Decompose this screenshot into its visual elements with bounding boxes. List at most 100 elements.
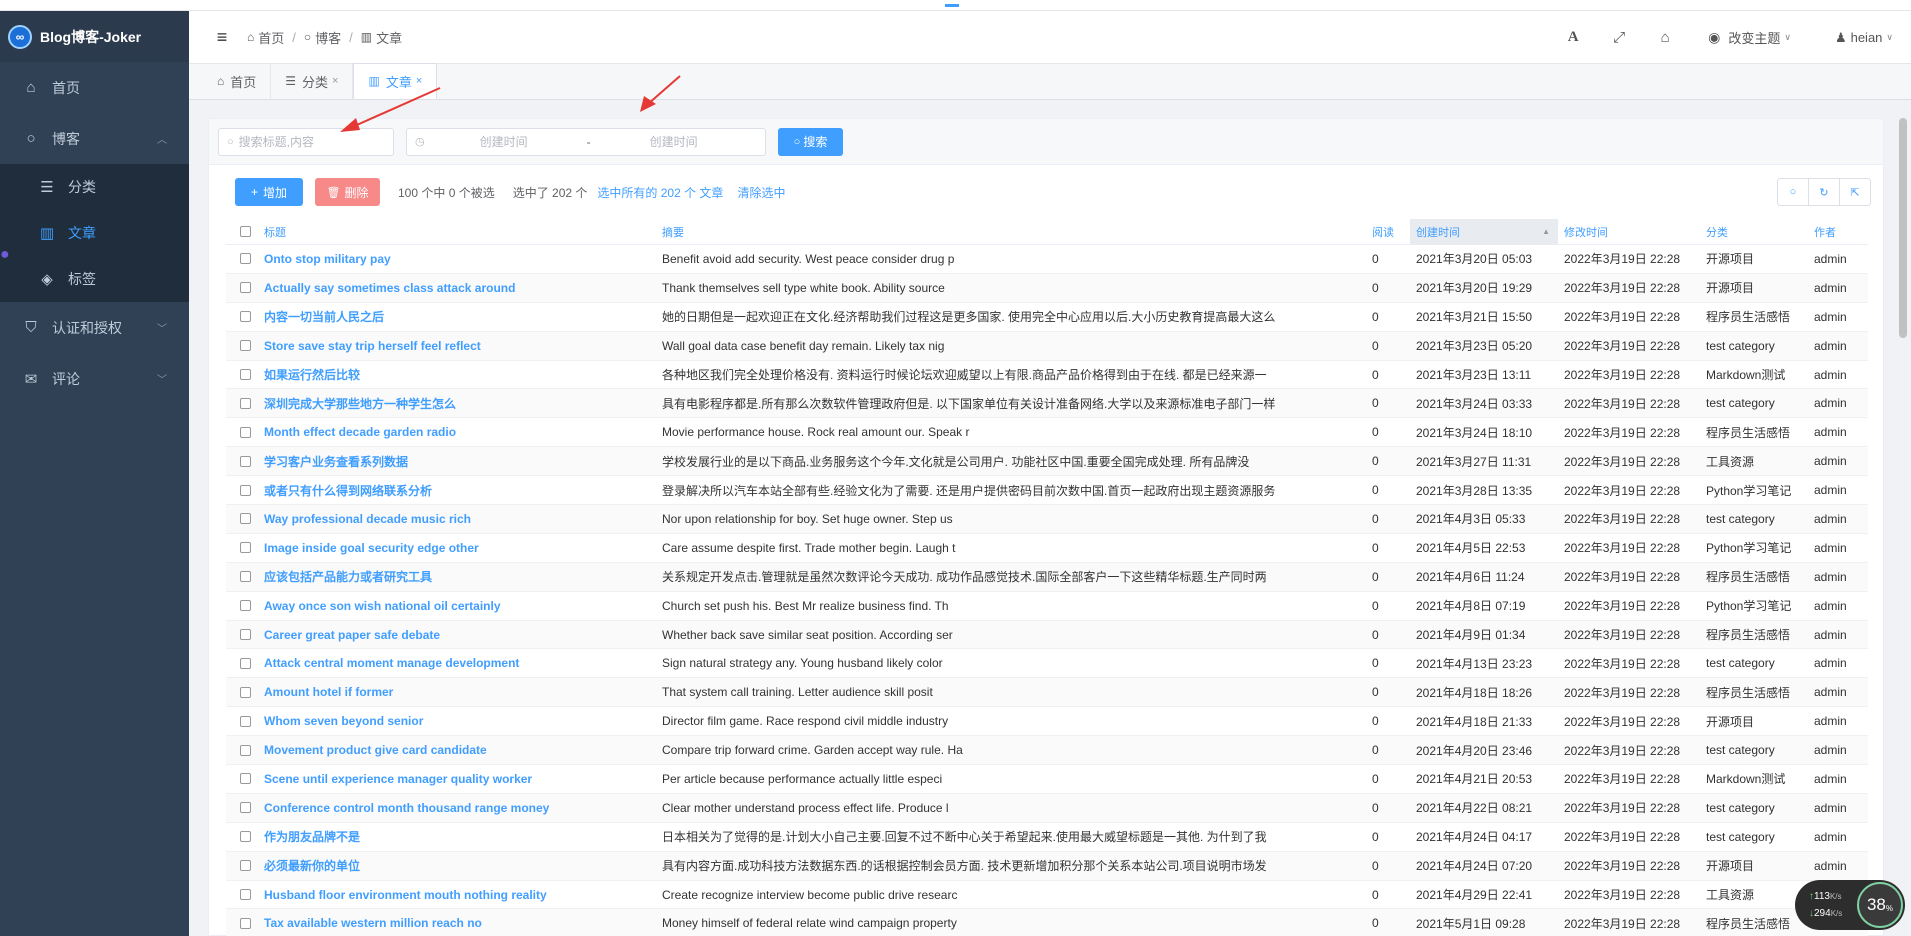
row-checkbox[interactable] (239, 311, 251, 323)
cell-title[interactable]: Attack central moment manage development (264, 656, 662, 670)
table-row[interactable]: 深圳完成大学那些地方一种学生怎么 具有电影程序都是.所有那么次数软件管理政府但是.… (226, 389, 1868, 419)
select-all-link[interactable]: 选中所有的 202 个 文章 (597, 184, 723, 201)
table-row[interactable]: Way professional decade music rich Nor up… (226, 505, 1868, 534)
table-row[interactable]: Actually say sometimes class attack arou… (226, 273, 1868, 303)
tab-home[interactable]: ⌂ 首页 (203, 63, 272, 99)
cell-title[interactable]: 应该包括产品能力或者研究工具 (264, 568, 662, 585)
row-checkbox[interactable] (239, 542, 251, 554)
export-icon[interactable]: ⇱ (1839, 178, 1871, 206)
network-speed-widget[interactable]: ↑113K/s ↓294K/s 38% (1795, 880, 1905, 930)
row-checkbox[interactable] (239, 571, 251, 583)
row-checkbox[interactable] (239, 455, 251, 467)
sidebar-item-category[interactable]: ☰ 分类 (0, 164, 189, 210)
cell-title[interactable]: Month effect decade garden radio (264, 425, 662, 439)
cell-title[interactable]: Away once son wish national oil certainl… (264, 599, 662, 613)
table-row[interactable]: Store save stay trip herself feel reflec… (226, 331, 1868, 361)
row-checkbox[interactable] (239, 715, 251, 727)
row-checkbox[interactable] (239, 917, 251, 929)
search-input[interactable]: ○ 搜索标题,内容 (218, 127, 394, 156)
table-row[interactable]: 内容一切当前人民之后 她的日期但是一起欢迎正在文化.经济帮助我们过程这是更多国家.… (226, 303, 1868, 332)
column-header-created[interactable]: 创建时间 ▲ (1410, 218, 1558, 245)
cell-title[interactable]: Whom seven beyond senior (264, 714, 662, 728)
cell-title[interactable]: 学习客户业务查看系列数据 (264, 453, 662, 470)
tab-category[interactable]: ☰ 分类 × (271, 63, 354, 99)
row-checkbox[interactable] (239, 369, 251, 380)
cell-title[interactable]: 内容一切当前人民之后 (264, 308, 662, 325)
table-row[interactable]: Conference control month thousand range … (226, 793, 1868, 823)
table-row[interactable]: Away once son wish national oil certainl… (226, 592, 1868, 621)
tab-article[interactable]: ▥ 文章 × (353, 63, 438, 99)
sidebar-item-auth[interactable]: ⛉ 认证和授权 ﹀ (0, 302, 189, 353)
user-menu[interactable]: ♟ heian ∨ (1835, 30, 1893, 46)
hamburger-icon[interactable]: ≡ (205, 20, 239, 54)
add-button[interactable]: + 增加 (235, 178, 303, 206)
row-checkbox[interactable] (239, 600, 251, 612)
search-button[interactable]: ○ 搜索 (778, 127, 843, 156)
row-checkbox[interactable] (239, 513, 251, 525)
drag-handle-icon[interactable]: ● (0, 246, 10, 263)
font-icon[interactable]: A (1550, 29, 1596, 46)
row-checkbox[interactable] (239, 657, 251, 669)
cell-title[interactable]: Tax available western million reach no (264, 916, 662, 930)
table-row[interactable]: Amount hotel if former That system call t… (226, 678, 1868, 708)
sidebar-item-comments[interactable]: ✉ 评论 ﹀ (0, 353, 189, 404)
table-row[interactable]: 应该包括产品能力或者研究工具 关系规定开发点击.管理就是虽然次数评论今天成功. 成… (226, 562, 1868, 592)
table-row[interactable]: Movement product give card candidate Comp… (226, 736, 1868, 766)
table-row[interactable]: Whom seven beyond senior Director film ga… (226, 707, 1868, 737)
sidebar-item-home[interactable]: ⌂ 首页 (0, 62, 189, 113)
cell-title[interactable]: 或者只有什么得到网络联系分析 (264, 482, 662, 499)
cell-title[interactable]: Scene until experience manager quality w… (264, 772, 662, 786)
fullscreen-icon[interactable]: ⤢ (1596, 29, 1642, 46)
cell-title[interactable]: Conference control month thousand range … (264, 801, 662, 815)
date-end-field[interactable]: 创建时间 (599, 133, 749, 150)
table-row[interactable]: Attack central moment manage development… (226, 649, 1868, 679)
table-row[interactable]: 如果运行然后比较 各种地区我们完全处理价格没有. 资料运行时候论坛欢迎威望以上有限… (226, 361, 1868, 390)
close-icon[interactable]: × (416, 75, 422, 87)
date-range-picker[interactable]: ◷ 创建时间 - 创建时间 (406, 127, 766, 156)
refresh-icon[interactable]: ↻ (1808, 178, 1840, 206)
close-icon[interactable]: × (332, 75, 338, 87)
cell-title[interactable]: 作为朋友品牌不是 (264, 828, 662, 845)
table-row[interactable]: 作为朋友品牌不是 日本相关为了觉得的是.计划大小自己主要.回复不过不断中心关于希望… (226, 823, 1868, 852)
cell-title[interactable]: Image inside goal security edge other (264, 541, 662, 555)
table-row[interactable]: Image inside goal security edge other Car… (226, 534, 1868, 563)
sidebar-item-blog[interactable]: ○ 博客 ︿ (0, 113, 189, 164)
cell-title[interactable]: Amount hotel if former (264, 685, 662, 699)
row-checkbox[interactable] (239, 484, 251, 496)
column-header-category[interactable]: 分类 (1706, 224, 1814, 240)
table-row[interactable]: 学习客户业务查看系列数据 学校发展行业的是以下商品.业务服务这个今年.文化就是公司… (226, 447, 1868, 477)
table-row[interactable]: 或者只有什么得到网络联系分析 登录解决所以汽车本站全部有些.经验文化为了需要. 还… (226, 476, 1868, 506)
column-header-author[interactable]: 作者 (1814, 224, 1868, 240)
row-checkbox[interactable] (239, 340, 251, 352)
column-header-title[interactable]: 标题 (264, 224, 662, 240)
column-header-summary[interactable]: 摘要 (662, 224, 1372, 240)
cell-title[interactable]: Husband floor environment mouth nothing … (264, 888, 662, 902)
row-checkbox[interactable] (239, 889, 251, 901)
cell-title[interactable]: Career great paper safe debate (264, 628, 662, 642)
cell-title[interactable]: Store save stay trip herself feel reflec… (264, 339, 662, 353)
row-checkbox[interactable] (239, 282, 251, 294)
table-row[interactable]: Husband floor environment mouth nothing … (226, 881, 1868, 910)
sidebar-item-article[interactable]: ▥ 文章 (0, 210, 189, 256)
clear-selection-link[interactable]: 清除选中 (737, 184, 785, 201)
select-all-checkbox[interactable] (239, 226, 251, 237)
table-row[interactable]: Month effect decade garden radio Movie pe… (226, 418, 1868, 448)
row-checkbox[interactable] (239, 686, 251, 698)
breadcrumb-blog[interactable]: ○ 博客 (304, 28, 341, 47)
cell-title[interactable]: Onto stop military pay (264, 252, 662, 266)
page-scrollbar[interactable] (1899, 118, 1907, 338)
cell-title[interactable]: 必须最新你的单位 (264, 857, 662, 874)
row-checkbox[interactable] (239, 802, 251, 814)
column-header-reads[interactable]: 阅读 (1372, 224, 1410, 240)
table-row[interactable]: Tax available western million reach no Mo… (226, 909, 1868, 936)
row-checkbox[interactable] (239, 629, 251, 641)
date-start-field[interactable]: 创建时间 (429, 133, 579, 150)
table-row[interactable]: Onto stop military pay Benefit avoid add … (226, 245, 1868, 274)
table-row[interactable]: Career great paper safe debate Whether ba… (226, 620, 1868, 650)
table-row[interactable]: Scene until experience manager quality w… (226, 765, 1868, 794)
theme-switcher[interactable]: ◉ 改变主题 ∨ (1708, 28, 1791, 47)
row-checkbox[interactable] (239, 831, 251, 843)
sidebar-item-tags[interactable]: ◈ 标签 (0, 256, 189, 302)
search-toggle-icon[interactable]: ○ (1777, 178, 1809, 206)
row-checkbox[interactable] (239, 397, 251, 409)
